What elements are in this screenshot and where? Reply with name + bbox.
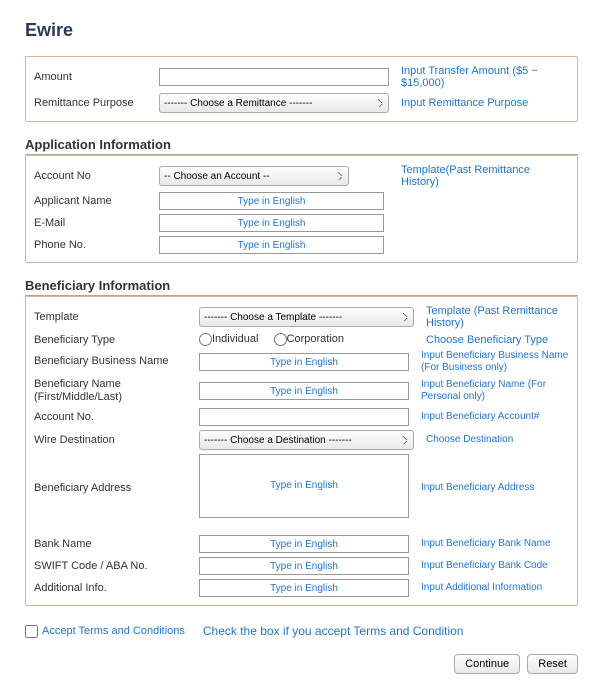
app-info-title: Application Information — [25, 137, 578, 155]
biz-name-input[interactable] — [199, 353, 409, 371]
applicant-name-input[interactable] — [159, 192, 384, 210]
individual-radio[interactable] — [199, 333, 212, 346]
ben-type-label: Beneficiary Type — [34, 334, 199, 346]
individual-label: Individual — [212, 333, 258, 345]
ben-name-label: Beneficiary Name (First/Middle/Last) — [34, 378, 199, 404]
ben-info-title: Beneficiary Information — [25, 278, 578, 296]
account-no-hint[interactable]: Template(Past Remittance History) — [401, 164, 569, 188]
bank-name-label: Bank Name — [34, 538, 199, 550]
app-info-section: Account No -- Choose an Account -- Templ… — [25, 155, 578, 263]
account-no-label: Account No — [34, 170, 159, 182]
ben-type-hint: Choose Beneficiary Type — [426, 334, 548, 346]
email-label: E-Mail — [34, 217, 159, 229]
biz-name-hint: Input Beneficiary Business Name (For Bus… — [421, 350, 569, 374]
additional-hint: Input Additional Information — [421, 582, 542, 594]
ben-account-label: Account No. — [34, 411, 199, 423]
corporation-radio[interactable] — [274, 333, 287, 346]
phone-label: Phone No. — [34, 239, 159, 251]
remittance-purpose-select[interactable]: ------- Choose a Remittance ------- — [159, 93, 389, 113]
wire-dest-hint: Choose Destination — [426, 434, 513, 446]
wire-dest-label: Wire Destination — [34, 434, 199, 446]
wire-dest-select[interactable]: ------- Choose a Destination ------- — [199, 430, 414, 450]
page-title: Ewire — [25, 20, 578, 41]
remittance-purpose-hint: Input Remittance Purpose — [401, 97, 528, 109]
swift-label: SWIFT Code / ABA No. — [34, 560, 199, 572]
reset-button[interactable]: Reset — [527, 654, 578, 674]
template-hint[interactable]: Template (Past Remittance History) — [426, 305, 569, 329]
ben-address-hint: Input Beneficiary Address — [421, 482, 534, 494]
swift-hint: Input Beneficiary Bank Code — [421, 560, 548, 572]
phone-input[interactable] — [159, 236, 384, 254]
ben-name-hint: Input Beneficiary Name (For Personal onl… — [421, 379, 569, 403]
account-no-select[interactable]: -- Choose an Account -- — [159, 166, 349, 186]
ben-address-label: Beneficiary Address — [34, 482, 199, 494]
ben-info-section: Template ------- Choose a Template -----… — [25, 296, 578, 606]
bank-name-input[interactable] — [199, 535, 409, 553]
additional-label: Additional Info. — [34, 582, 199, 594]
remittance-purpose-label: Remittance Purpose — [34, 97, 159, 109]
amount-input[interactable] — [159, 68, 389, 86]
amount-hint: Input Transfer Amount ($5 ~ $15,000) — [401, 65, 569, 89]
corporation-label: Corporation — [287, 333, 344, 345]
additional-input[interactable] — [199, 579, 409, 597]
bank-name-hint: Input Beneficiary Bank Name — [421, 538, 551, 550]
terms-text: Check the box if you accept Terms and Co… — [203, 624, 464, 638]
biz-name-label: Beneficiary Business Name — [34, 355, 199, 368]
email-input[interactable] — [159, 214, 384, 232]
amount-section: Amount Input Transfer Amount ($5 ~ $15,0… — [25, 56, 578, 122]
template-select[interactable]: ------- Choose a Template ------- — [199, 307, 414, 327]
ben-account-input[interactable] — [199, 408, 409, 426]
ben-address-input[interactable]: Type in English — [199, 454, 409, 518]
button-row: Continue Reset — [25, 654, 578, 674]
terms-checkbox[interactable] — [25, 625, 38, 638]
swift-input[interactable] — [199, 557, 409, 575]
ben-name-input[interactable] — [199, 382, 409, 400]
applicant-name-label: Applicant Name — [34, 195, 159, 207]
amount-label: Amount — [34, 71, 159, 83]
ben-account-hint: Input Beneficiary Account# — [421, 411, 539, 423]
continue-button[interactable]: Continue — [454, 654, 520, 674]
terms-row: Accept Terms and Conditions Check the bo… — [25, 624, 578, 638]
template-label: Template — [34, 311, 199, 323]
terms-label[interactable]: Accept Terms and Conditions — [42, 625, 185, 637]
